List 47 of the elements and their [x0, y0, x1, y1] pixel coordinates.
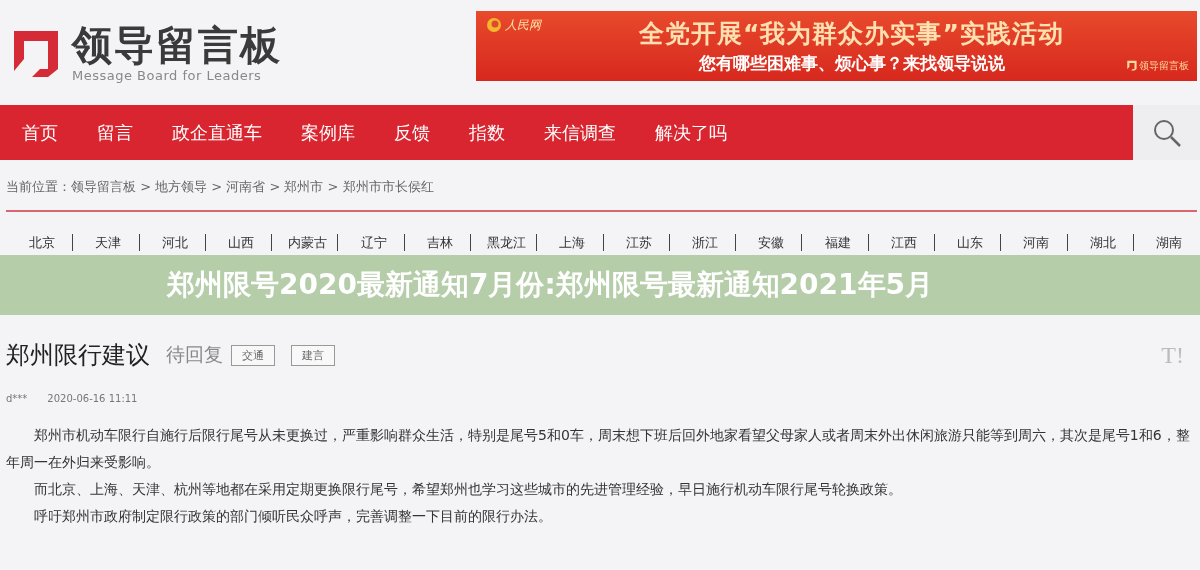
province-link[interactable]: 辽宁	[343, 234, 405, 251]
province-link[interactable]: 山西	[210, 234, 273, 251]
nav-link[interactable]: 来信调查	[544, 120, 631, 145]
nav-link[interactable]: 政企直通车	[172, 120, 277, 145]
logo-icon	[1126, 60, 1137, 71]
message-paragraph: 而北京、上海、天津、杭州等地都在采用定期更换限行尾号，希望郑州也学习这些城市的先进管理经验，早日施行机动车限行尾号轮换政策。	[33, 480, 903, 499]
brand-logo-text: 人民网	[505, 16, 541, 34]
nav-link[interactable]: 首页	[22, 120, 73, 145]
nav-link[interactable]: 留言	[97, 120, 148, 145]
province-link[interactable]: 吉林	[409, 234, 471, 251]
banner-headline: 全党开展“我为群众办实事”实践活动	[639, 17, 1064, 50]
site-title: 领导留言板	[72, 22, 282, 68]
province-link[interactable]: 山东	[939, 234, 1002, 251]
province-link[interactable]: 上海	[542, 234, 604, 251]
tag: 交通	[231, 344, 275, 366]
nav-link[interactable]: 解决了吗	[655, 120, 742, 145]
campaign-banner[interactable]: 人民网 全党开展“我为群众办实事”实践活动 您有哪些困难事、烦心事？来找领导说说 领导留言板	[476, 10, 1197, 81]
banner-subline: 您有哪些困难事、烦心事？来找领导说说	[698, 51, 1005, 75]
province-link[interactable]: 北京	[12, 234, 74, 251]
nav-link[interactable]: 反馈	[394, 120, 445, 145]
overlay-title: 郑州限号2020最新通知7月份:郑州限号最新通知2021年5月	[167, 267, 933, 303]
message-paragraph: 呼吁郑州市政府制定限行政策的部门倾听民众呼声，完善调整一下目前的限行办法。	[33, 507, 553, 526]
banner-badge-text: 领导留言板	[1139, 58, 1189, 73]
province-link[interactable]: 河北	[144, 234, 206, 251]
province-link[interactable]: 内蒙古	[277, 234, 339, 251]
nav-link[interactable]: 指数	[469, 120, 520, 145]
province-link[interactable]: 黑龙江	[475, 234, 538, 251]
province-link[interactable]: 安徽	[741, 234, 803, 251]
nav-link[interactable]: 案例库	[301, 120, 370, 145]
province-link[interactable]: 江西	[873, 234, 935, 251]
message-paragraph: 郑州市机动车限行自施行后限行尾号从未更换过，严重影响群众生活，特别是尾号5和0车，周末想下班后回外地家看望父母家人或者周末外出休闲旅游只能等到周六，其次是尾号1和6，整年周一在外归来受影响。	[6, 426, 1191, 472]
author-name: d***	[6, 393, 28, 404]
province-link[interactable]: 江苏	[608, 234, 670, 251]
site-subtitle: Message Board for Leaders	[72, 68, 263, 83]
province-link[interactable]: 河南	[1006, 234, 1068, 251]
post-date: 2020-06-16 11:11	[47, 393, 138, 404]
province-link[interactable]: 天津	[78, 234, 140, 251]
province-link[interactable]: 浙江	[674, 234, 737, 251]
province-link[interactable]: 福建	[807, 234, 869, 251]
search-button[interactable]	[1133, 105, 1200, 160]
province-link[interactable]: 湖北	[1072, 234, 1134, 251]
province-link[interactable]: 湖南	[1138, 234, 1200, 251]
message-title: 郑州限行建议	[6, 340, 150, 371]
logo-icon	[486, 17, 502, 33]
tag: 建言	[291, 344, 335, 366]
status-label: 待回复	[166, 342, 223, 367]
breadcrumb: 当前位置：领导留言板 > 地方领导 > 河南省 > 郑州市 > 郑州市市长侯红	[6, 179, 434, 194]
